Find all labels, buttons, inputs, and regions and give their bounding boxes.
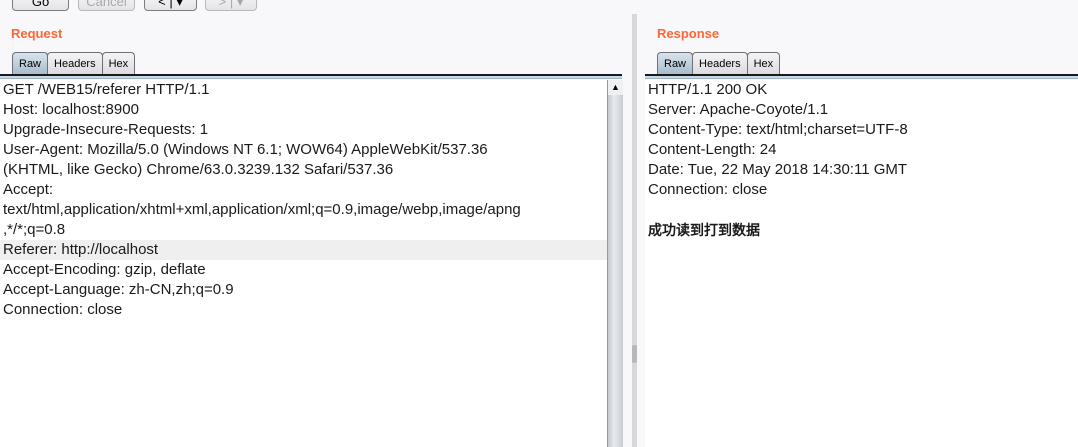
request-line: Upgrade-Insecure-Requests: 1 bbox=[3, 121, 209, 138]
request-line: Accept-Language: zh-CN,zh;q=0.9 bbox=[3, 281, 234, 298]
split-divider[interactable] bbox=[632, 14, 637, 447]
response-line: Content-Length: 24 bbox=[648, 141, 777, 158]
divider-grip-icon[interactable] bbox=[632, 345, 637, 363]
response-line: Content-Type: text/html;charset=UTF-8 bbox=[648, 121, 908, 138]
request-tab-headers[interactable]: Headers bbox=[47, 52, 103, 74]
request-line: Connection: close bbox=[3, 301, 123, 318]
response-tab-rule bbox=[645, 74, 1078, 79]
request-editor[interactable]: GET /WEB15/referer HTTP/1.1 Host: localho… bbox=[0, 80, 607, 447]
request-line: text/html,application/xhtml+xml,applicat… bbox=[3, 201, 521, 218]
back-button[interactable]: < | ▾ bbox=[144, 0, 197, 11]
response-line: HTTP/1.1 200 OK bbox=[648, 81, 768, 98]
request-line: (KHTML, like Gecko) Chrome/63.0.3239.132… bbox=[3, 161, 394, 178]
response-editor[interactable]: HTTP/1.1 200 OK Server: Apache-Coyote/1.1… bbox=[645, 80, 1078, 447]
response-tab-raw[interactable]: Raw bbox=[657, 52, 694, 74]
response-tab-hex[interactable]: Hex bbox=[746, 52, 781, 74]
request-line: Host: localhost:8900 bbox=[3, 101, 139, 118]
request-tabs: Raw Headers Hex bbox=[12, 52, 136, 74]
chevron-right-icon: > bbox=[218, 0, 227, 9]
response-tabs: Raw Headers Hex bbox=[657, 52, 781, 74]
request-line: ,*/*;q=0.8 bbox=[3, 221, 66, 238]
request-tab-raw[interactable]: Raw bbox=[12, 52, 49, 74]
scroll-up-arrow-icon[interactable]: ▲ bbox=[608, 80, 623, 95]
request-line: Accept-Encoding: gzip, deflate bbox=[3, 261, 206, 278]
go-button[interactable]: Go bbox=[12, 0, 69, 11]
request-line: GET /WEB15/referer HTTP/1.1 bbox=[3, 81, 210, 98]
chevron-left-icon: < bbox=[158, 0, 166, 9]
response-body: 成功读到打到数据 bbox=[648, 222, 760, 238]
request-line: Accept: bbox=[3, 181, 54, 198]
request-line: Referer: http://localhost bbox=[0, 240, 607, 260]
response-line: Server: Apache-Coyote/1.1 bbox=[648, 101, 829, 118]
response-tab-headers[interactable]: Headers bbox=[692, 52, 748, 74]
request-tab-hex[interactable]: Hex bbox=[101, 52, 136, 74]
request-line: User-Agent: Mozilla/5.0 (Windows NT 6.1;… bbox=[3, 141, 488, 158]
request-scrollbar[interactable]: ▲ bbox=[607, 80, 623, 447]
forward-button[interactable]: > | ▾ bbox=[205, 0, 257, 11]
response-line bbox=[645, 200, 1078, 220]
request-title: Request bbox=[11, 26, 63, 41]
response-line: Date: Tue, 22 May 2018 14:30:11 GMT bbox=[648, 161, 908, 178]
request-tab-rule bbox=[0, 74, 622, 79]
cancel-button[interactable]: Cancel bbox=[78, 0, 135, 11]
response-line: Connection: close bbox=[648, 181, 768, 198]
response-title: Response bbox=[657, 26, 720, 41]
